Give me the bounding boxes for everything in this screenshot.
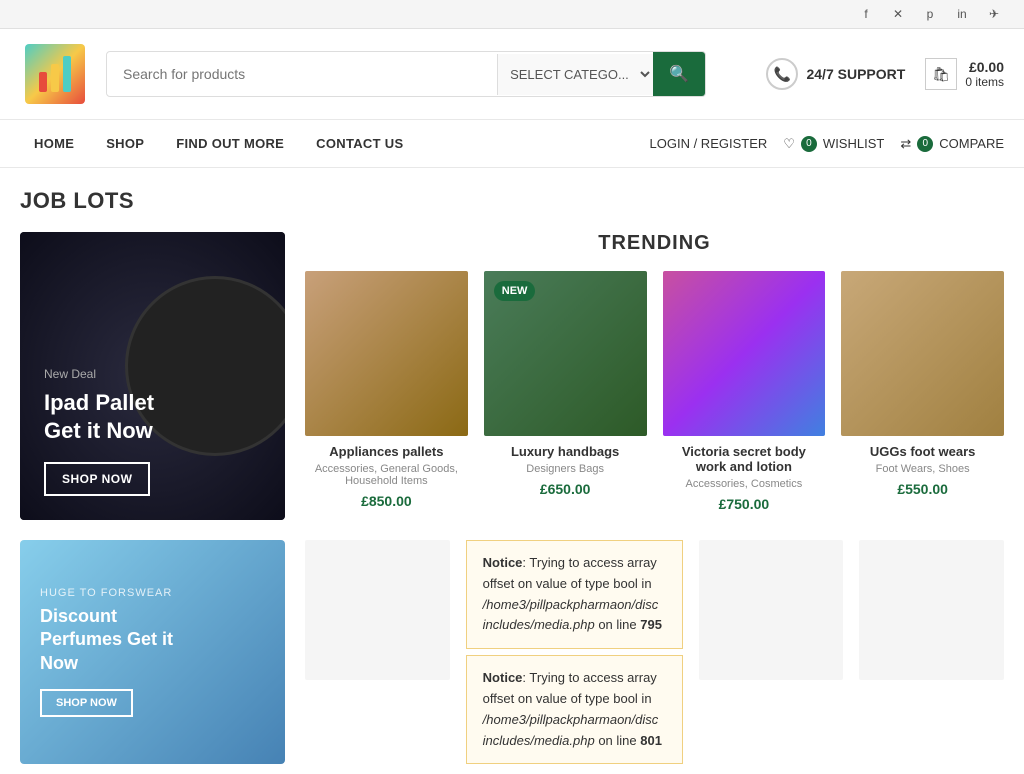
category-select[interactable]: SELECT CATEGO... bbox=[497, 54, 653, 95]
support-info: 📞 24/7 SUPPORT bbox=[766, 58, 905, 90]
product-name: UGGs foot wears bbox=[845, 444, 1000, 459]
cart-text: £0.00 0 items bbox=[965, 59, 1004, 89]
hero-content: New Deal Ipad PalletGet it Now SHOP NOW bbox=[44, 367, 261, 496]
phone-icon: 📞 bbox=[766, 58, 798, 90]
wishlist-label: WISHLIST bbox=[823, 136, 884, 151]
top-social-bar: f ✕ p in ✈ bbox=[0, 0, 1024, 29]
product-categories: Accessories, General Goods, Household It… bbox=[309, 463, 464, 487]
product-price: £550.00 bbox=[845, 481, 1000, 497]
login-register-button[interactable]: LOGIN / REGISTER bbox=[650, 136, 768, 151]
product-card[interactable]: Victoria secret body work and lotion Acc… bbox=[663, 271, 826, 520]
support-text: 24/7 SUPPORT bbox=[806, 66, 905, 82]
banner2-tag: HUGE TO FORSWEAR bbox=[40, 587, 265, 599]
hero-title: Ipad PalletGet it Now bbox=[44, 389, 261, 446]
hero-tag: New Deal bbox=[44, 367, 261, 381]
banner2: HUGE TO FORSWEAR DiscountPerfumes Get it… bbox=[20, 540, 285, 764]
product-name: Luxury handbags bbox=[488, 444, 643, 459]
product-info: Victoria secret body work and lotion Acc… bbox=[663, 436, 826, 520]
products-grid: Appliances pallets Accessories, General … bbox=[305, 271, 1004, 520]
wishlist-button[interactable]: ♡ 0 WISHLIST bbox=[783, 136, 884, 152]
cart-items-count: 0 items bbox=[965, 75, 1004, 89]
wishlist-count: 0 bbox=[801, 136, 817, 152]
product-image-cosmetics[interactable] bbox=[699, 540, 844, 680]
site-logo[interactable] bbox=[20, 39, 90, 109]
linkedin-icon[interactable]: in bbox=[952, 4, 972, 24]
product-image-wrap bbox=[663, 271, 826, 436]
hero-shop-now-button[interactable]: SHOP NOW bbox=[44, 462, 150, 496]
error-notice-1: Notice: Trying to access array offset on… bbox=[466, 540, 683, 649]
product-info: Appliances pallets Accessories, General … bbox=[305, 436, 468, 517]
product-categories: Accessories, Cosmetics bbox=[667, 478, 822, 490]
main-nav: HOME SHOP FIND OUT MORE CONTACT US LOGIN… bbox=[0, 120, 1024, 168]
banner2-shop-now-button[interactable]: SHOP NOW bbox=[40, 689, 133, 717]
error-line-1: 795 bbox=[640, 617, 662, 632]
banner2-title: DiscountPerfumes Get itNow bbox=[40, 605, 265, 675]
product-image-victoria bbox=[663, 271, 826, 436]
hero-banner: New Deal Ipad PalletGet it Now SHOP NOW bbox=[20, 232, 285, 520]
product-categories: Foot Wears, Shoes bbox=[845, 463, 1000, 475]
error-label-2: Notice bbox=[483, 670, 523, 685]
main-content-row1: New Deal Ipad PalletGet it Now SHOP NOW … bbox=[0, 222, 1024, 530]
cart-price: £0.00 bbox=[965, 59, 1004, 75]
error-notice-2: Notice: Trying to access array offset on… bbox=[466, 655, 683, 764]
product-image-wrap bbox=[305, 271, 468, 436]
product-info: UGGs foot wears Foot Wears, Shoes £550.0… bbox=[841, 436, 1004, 505]
main-content-row2: HUGE TO FORSWEAR DiscountPerfumes Get it… bbox=[0, 530, 1024, 774]
facebook-icon[interactable]: f bbox=[856, 4, 876, 24]
product-card[interactable]: UGGs foot wears Foot Wears, Shoes £550.0… bbox=[841, 271, 1004, 520]
nav-item-shop[interactable]: SHOP bbox=[92, 128, 158, 159]
twitter-icon[interactable]: ✕ bbox=[888, 4, 908, 24]
error-line-2: 801 bbox=[640, 733, 662, 748]
cart-icon: 🛍 bbox=[925, 58, 957, 90]
compare-label: COMPARE bbox=[939, 136, 1004, 151]
page-title: JOB LOTS bbox=[0, 168, 1024, 222]
product-card[interactable]: Appliances pallets Accessories, General … bbox=[305, 271, 468, 520]
product-price: £750.00 bbox=[667, 496, 822, 512]
cart-info[interactable]: 🛍 £0.00 0 items bbox=[925, 58, 1004, 90]
telegram-icon[interactable]: ✈ bbox=[984, 4, 1004, 24]
bottom-products-row: Notice: Trying to access array offset on… bbox=[305, 540, 1004, 764]
trending-title: TRENDING bbox=[305, 232, 1004, 255]
error-on-line-1: on line bbox=[598, 617, 640, 632]
product-image-makeup[interactable] bbox=[859, 540, 1004, 680]
compare-button[interactable]: ⇄ 0 COMPARE bbox=[900, 136, 1004, 152]
search-button[interactable]: 🔍 bbox=[653, 52, 705, 96]
nav-item-contact-us[interactable]: CONTACT US bbox=[302, 128, 417, 159]
product-categories: Designers Bags bbox=[488, 463, 643, 475]
nav-item-home[interactable]: HOME bbox=[20, 128, 88, 159]
bottom-right-section: Notice: Trying to access array offset on… bbox=[285, 540, 1004, 764]
site-header: SELECT CATEGO... 🔍 📞 24/7 SUPPORT 🛍 £0.0… bbox=[0, 29, 1024, 120]
nav-links: HOME SHOP FIND OUT MORE CONTACT US bbox=[20, 128, 650, 159]
product-name: Appliances pallets bbox=[309, 444, 464, 459]
error-notices: Notice: Trying to access array offset on… bbox=[466, 540, 683, 764]
trending-section: TRENDING Appliances pallets Accessories,… bbox=[285, 232, 1004, 520]
nav-actions: LOGIN / REGISTER ♡ 0 WISHLIST ⇄ 0 COMPAR… bbox=[650, 136, 1004, 152]
product-card[interactable]: NEW Luxury handbags Designers Bags £650.… bbox=[484, 271, 647, 520]
product-price: £850.00 bbox=[309, 493, 464, 509]
new-badge: NEW bbox=[494, 281, 536, 301]
pinterest-icon[interactable]: p bbox=[920, 4, 940, 24]
compare-icon: ⇄ bbox=[900, 136, 911, 152]
product-image-appliances bbox=[305, 271, 468, 436]
header-right: 📞 24/7 SUPPORT 🛍 £0.00 0 items bbox=[766, 58, 1004, 90]
product-info: Luxury handbags Designers Bags £650.00 bbox=[484, 436, 647, 505]
search-input[interactable] bbox=[107, 54, 497, 94]
product-image-perfumes[interactable] bbox=[305, 540, 450, 680]
product-price: £650.00 bbox=[488, 481, 643, 497]
nav-item-find-out-more[interactable]: FIND OUT MORE bbox=[162, 128, 298, 159]
heart-icon: ♡ bbox=[783, 136, 795, 152]
error-label-1: Notice bbox=[483, 555, 523, 570]
search-bar: SELECT CATEGO... 🔍 bbox=[106, 51, 706, 97]
compare-count: 0 bbox=[917, 136, 933, 152]
product-image-wrap bbox=[841, 271, 1004, 436]
product-name: Victoria secret body work and lotion bbox=[667, 444, 822, 474]
product-image-uggs bbox=[841, 271, 1004, 436]
error-on-line-2: on line bbox=[598, 733, 640, 748]
product-image-wrap: NEW bbox=[484, 271, 647, 436]
